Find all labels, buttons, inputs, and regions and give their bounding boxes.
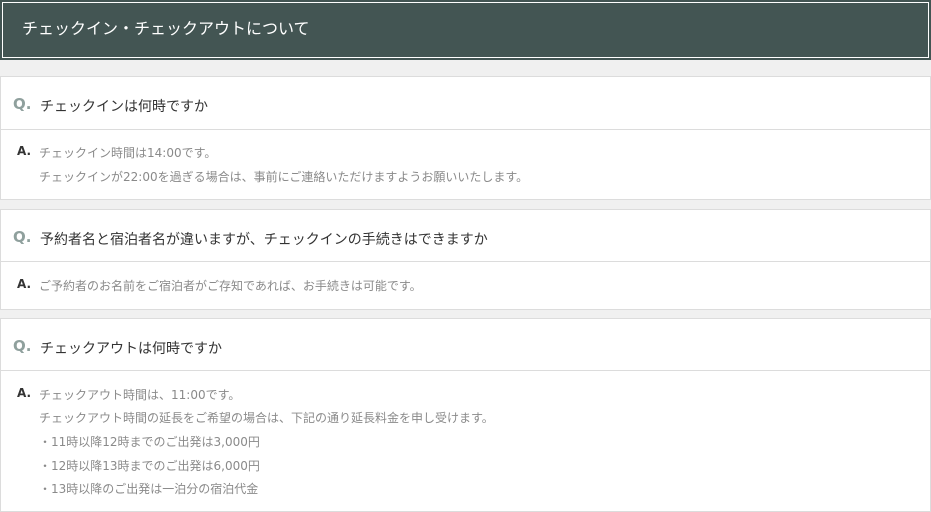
- section-header: チェックイン・チェックアウトについて: [0, 0, 931, 60]
- faq-answer-line: ご予約者のお名前をご宿泊者がご存知であれば、お手続きは可能です。: [39, 279, 422, 293]
- faq-question-row[interactable]: Q. 予約者名と宿泊者名が違いますが、チェックインの手続きはできますか: [1, 210, 930, 262]
- question-mark: Q.: [13, 337, 32, 355]
- faq-answer-line: ・11時以降12時までのご出発は3,000円: [39, 435, 260, 449]
- answer-mark: A.: [17, 386, 32, 400]
- faq-question: 予約者名と宿泊者名が違いますが、チェックインの手続きはできますか: [40, 232, 488, 248]
- faq-answer-line: ・13時以降のご出発は一泊分の宿泊代金: [39, 482, 259, 496]
- question-mark: Q.: [13, 228, 32, 246]
- answer-mark: A.: [17, 144, 32, 158]
- faq-item: Q. チェックアウトは何時ですか A. チェックアウト時間は、11:00です。 …: [0, 318, 931, 512]
- faq-question: チェックアウトは何時ですか: [40, 341, 222, 357]
- faq-question: チェックインは何時ですか: [40, 99, 208, 115]
- faq-answer-line: チェックアウト時間は、11:00です。: [39, 388, 241, 402]
- faq-answer-line: チェックインが22:00を過ぎる場合は、事前にご連絡いただけますようお願いいたし…: [39, 170, 529, 184]
- faq-question-row[interactable]: Q. チェックアウトは何時ですか: [1, 319, 930, 371]
- faq-answer-line: ・12時以降13時までのご出発は6,000円: [39, 459, 260, 473]
- faq-answer-line: チェックアウト時間の延長をご希望の場合は、下記の通り延長料金を申し受けます。: [39, 411, 494, 425]
- faq-question-row[interactable]: Q. チェックインは何時ですか: [1, 77, 930, 130]
- faq-answer-line: チェックイン時間は14:00です。: [39, 146, 217, 160]
- faq-item: Q. 予約者名と宿泊者名が違いますが、チェックインの手続きはできますか A. ご…: [0, 209, 931, 310]
- section-title: チェックイン・チェックアウトについて: [22, 19, 310, 38]
- faq-item: Q. チェックインは何時ですか A. チェックイン時間は14:00です。 チェッ…: [0, 76, 931, 200]
- question-mark: Q.: [13, 95, 32, 113]
- answer-mark: A.: [17, 277, 32, 291]
